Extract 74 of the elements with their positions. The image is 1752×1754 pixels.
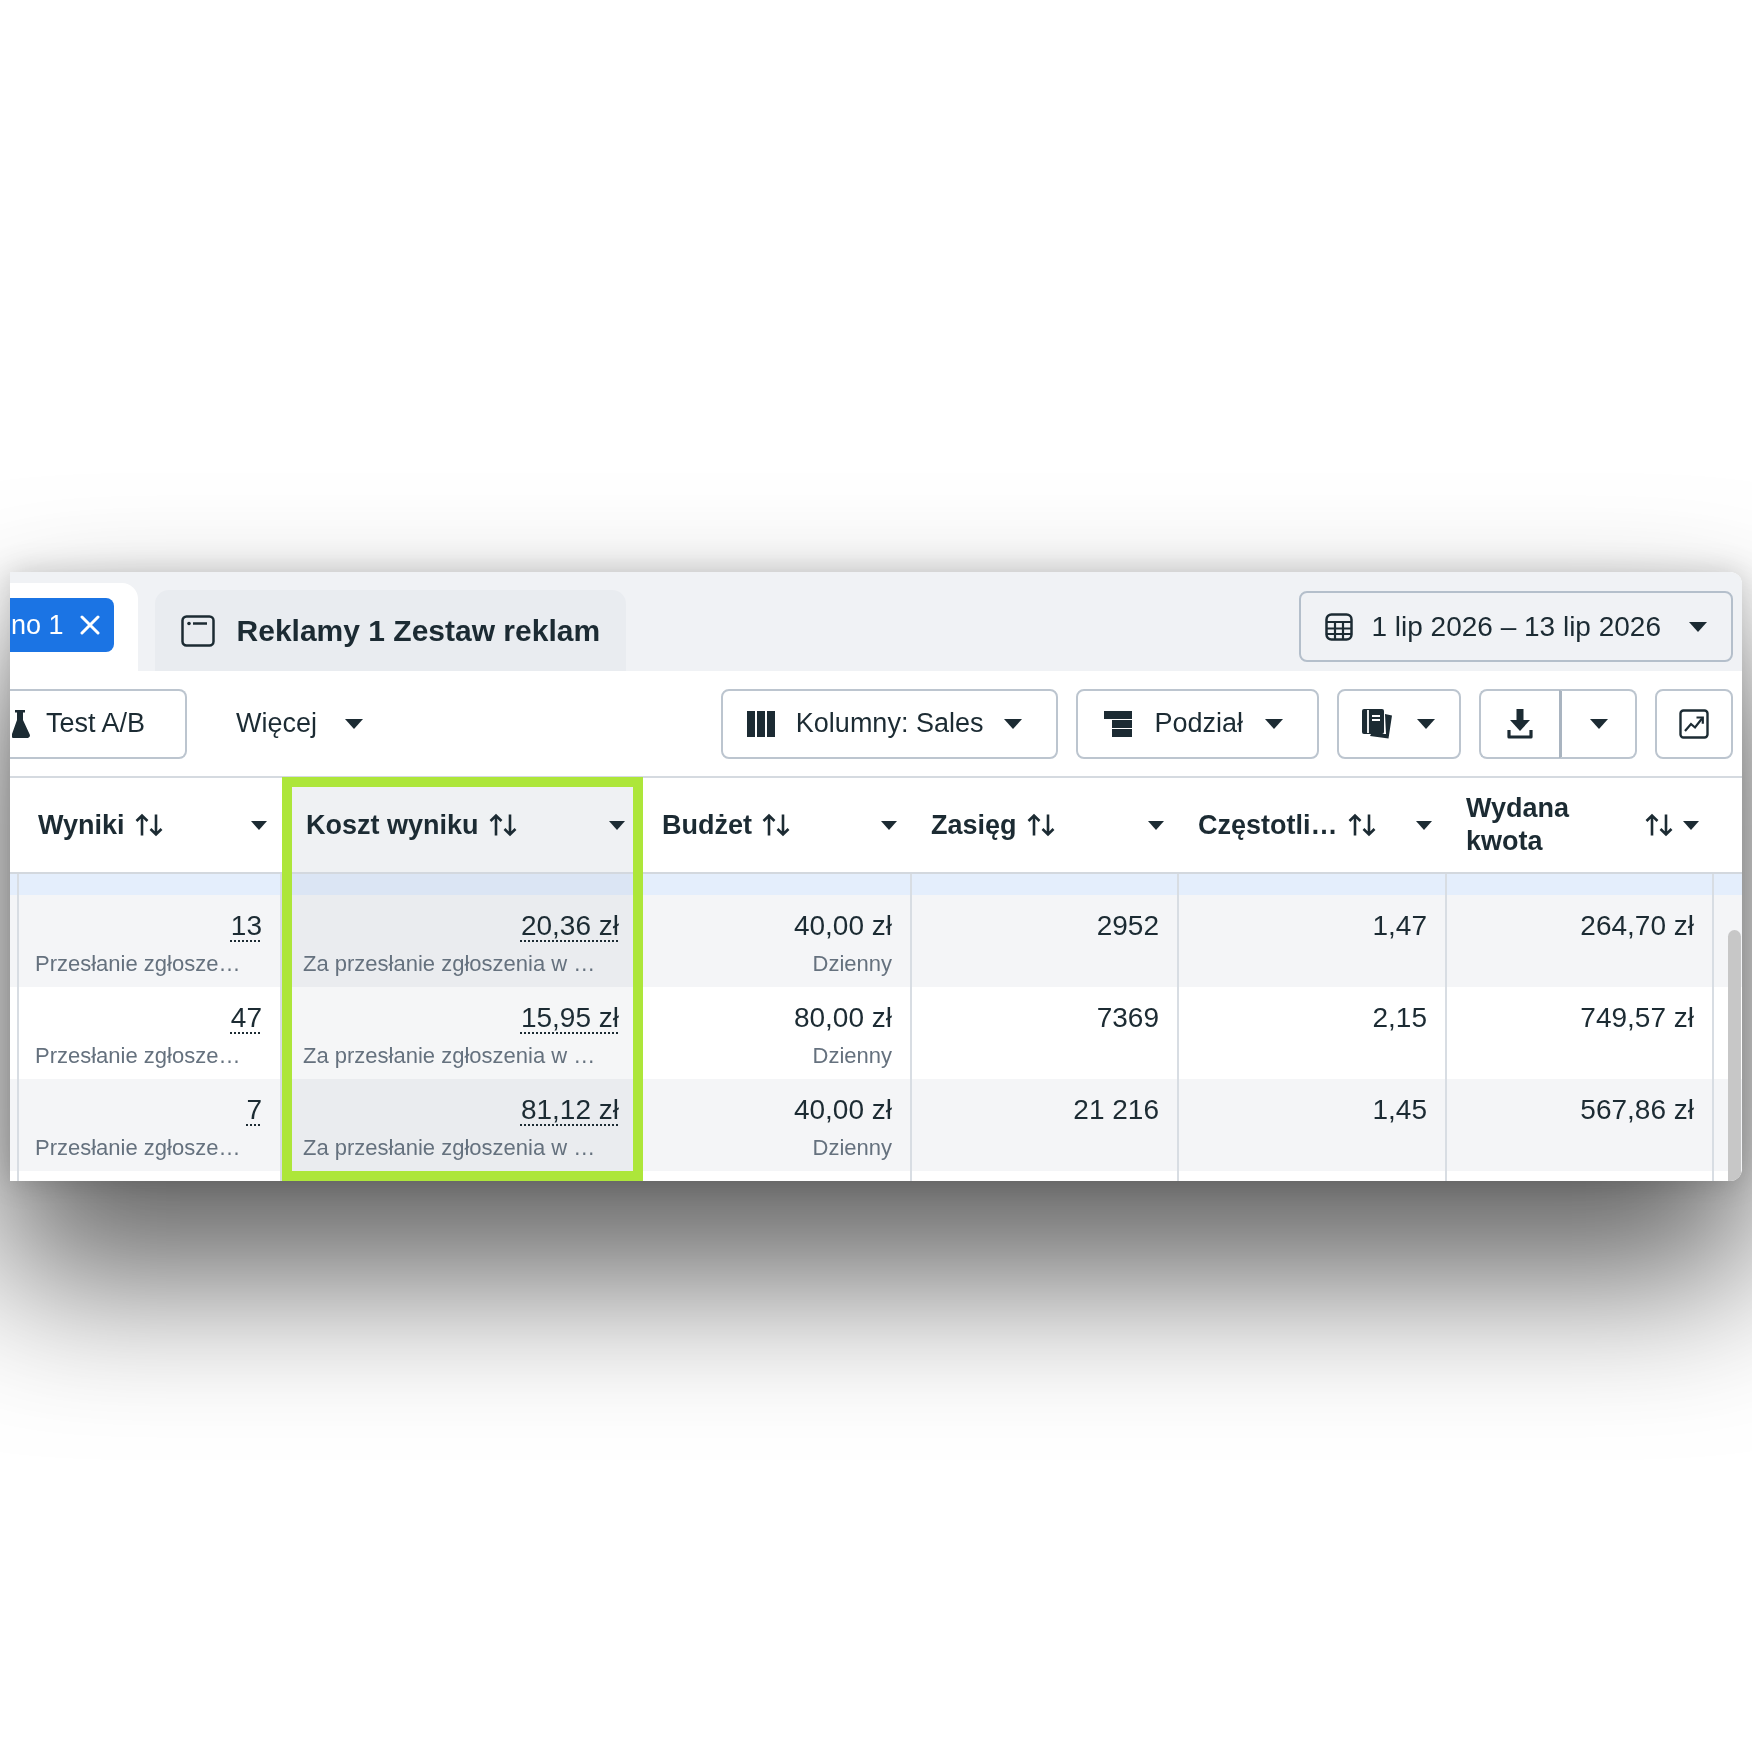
cell-value: 264,70 zł <box>1580 909 1694 943</box>
caret-icon[interactable] <box>1416 820 1432 830</box>
download-icon <box>1507 708 1533 739</box>
reports-button[interactable] <box>1337 688 1461 759</box>
caret-icon[interactable] <box>609 820 625 830</box>
cell-value: 40,00 zł <box>793 1093 892 1127</box>
caret-icon <box>345 718 364 729</box>
caret-icon[interactable] <box>1683 820 1699 830</box>
trend-chart-icon <box>1679 708 1709 739</box>
cell-value: 40,00 zł <box>793 909 892 943</box>
notebook-icon <box>1361 708 1393 739</box>
cell-note: Dzienny <box>812 1134 892 1162</box>
sort-icon[interactable] <box>488 813 517 837</box>
caret-icon[interactable] <box>251 820 267 830</box>
column-header[interactable]: Zasięg <box>931 808 1017 842</box>
cell-note: Dzienny <box>812 950 892 978</box>
table-row[interactable] <box>10 987 1742 1079</box>
sort-icon[interactable] <box>1645 813 1673 837</box>
cell-note: Dzienny <box>812 1042 892 1070</box>
caret-icon <box>1004 718 1023 729</box>
caret-icon <box>1589 718 1608 729</box>
chart-button[interactable] <box>1655 688 1733 759</box>
cell-value: 749,57 zł <box>1580 1001 1694 1035</box>
selection-chip[interactable]: no 1 <box>10 598 114 652</box>
table-row[interactable] <box>10 895 1742 987</box>
caret-icon <box>1265 718 1283 729</box>
table-row[interactable] <box>10 1079 1742 1171</box>
cell-value: 15,95 zł <box>520 1001 619 1035</box>
breakdown-button[interactable]: Podział <box>1076 688 1319 759</box>
column-header[interactable]: Częstotli… <box>1198 808 1338 842</box>
cell-note: Przesłanie zgłosze… <box>35 1042 242 1070</box>
cell-value: 7 <box>246 1093 262 1127</box>
cell-note: Przesłanie zgłosze… <box>35 1134 242 1162</box>
caret-icon <box>1689 621 1707 632</box>
column-header[interactable]: Wyniki <box>38 808 125 842</box>
tab[interactable]: no 1 <box>10 583 138 671</box>
download-button[interactable] <box>1479 688 1559 759</box>
column-header[interactable]: Wydana kwota <box>1466 792 1635 858</box>
cell-value: 567,86 zł <box>1580 1093 1694 1127</box>
column-header[interactable]: Koszt wyniku <box>306 808 479 842</box>
cell-value: 2952 <box>1096 909 1159 943</box>
tab[interactable]: Reklamy 1 Zestaw reklam <box>154 590 627 671</box>
cell-value: 81,12 zł <box>520 1093 619 1127</box>
ab-test-button[interactable]: Test A/B <box>10 688 188 759</box>
caret-icon[interactable] <box>881 820 897 830</box>
cell-value: 20,36 zł <box>520 909 619 943</box>
sort-icon[interactable] <box>762 813 790 837</box>
column-header[interactable]: Budżet <box>662 808 752 842</box>
date-range-button[interactable]: 1 lip 2026 – 13 lip 2026 <box>1299 591 1733 662</box>
cell-value: 21 216 <box>1073 1093 1159 1127</box>
cell-value: 2,15 <box>1372 1001 1427 1035</box>
sort-icon[interactable] <box>1347 813 1376 837</box>
cell-note: Za przesłanie zgłoszenia w … <box>303 950 597 978</box>
sort-icon[interactable] <box>134 813 163 837</box>
columns-icon <box>746 710 775 737</box>
cell-note: Przesłanie zgłosze… <box>35 950 242 978</box>
close-icon[interactable] <box>79 615 100 635</box>
caret-icon[interactable] <box>1148 820 1164 830</box>
columns-button[interactable]: Kolumny: Sales <box>720 688 1059 759</box>
flask-icon <box>12 709 30 738</box>
calendar-icon <box>1325 612 1354 641</box>
cell-value: 80,00 zł <box>793 1001 892 1035</box>
caret-icon <box>1417 718 1435 729</box>
cell-value: 7369 <box>1096 1001 1159 1035</box>
sort-icon[interactable] <box>1026 813 1055 837</box>
stacked-bars-icon <box>1104 710 1133 737</box>
window-icon <box>180 614 215 647</box>
cell-value: 47 <box>230 1001 262 1035</box>
scrollbar-thumb[interactable] <box>1728 930 1741 1181</box>
cell-value: 13 <box>230 909 262 943</box>
cell-note: Za przesłanie zgłoszenia w … <box>303 1042 597 1070</box>
cell-value: 1,47 <box>1372 909 1427 943</box>
cell-note: Za przesłanie zgłoszenia w … <box>303 1134 597 1162</box>
cell-value: 1,45 <box>1372 1093 1427 1127</box>
